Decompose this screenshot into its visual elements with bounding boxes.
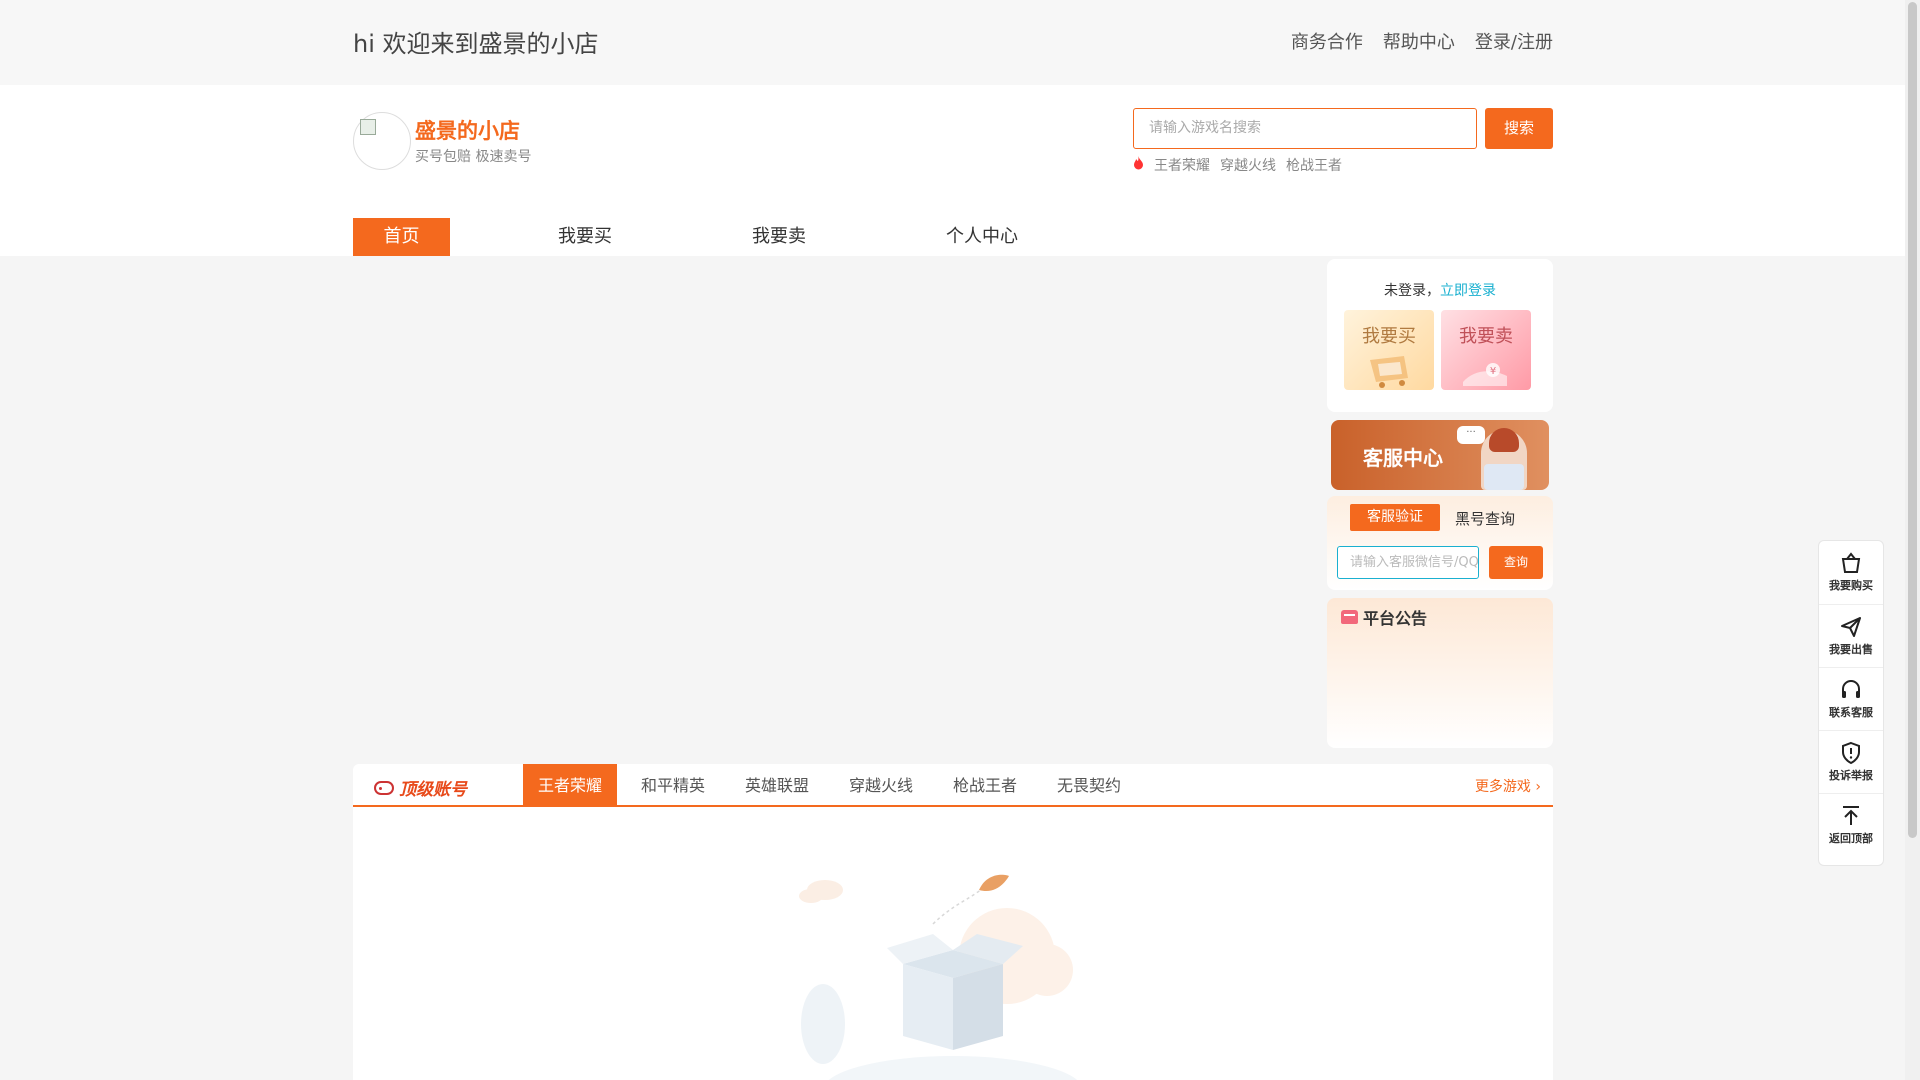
main-nav: 首页 我要买 我要卖 个人中心 <box>0 201 1905 256</box>
game-tab[interactable]: 王者荣耀 <box>523 764 617 807</box>
login-register-link[interactable]: 登录/注册 <box>1475 28 1553 54</box>
empty-box-illustration <box>799 874 1078 1080</box>
sell-card[interactable]: 我要卖 ¥ <box>1441 310 1531 390</box>
cart-icon <box>1370 356 1408 388</box>
verify-box: 客服验证 黑号查询 请输入客服微信号/QQ号 查询 <box>1327 496 1553 590</box>
help-center-link[interactable]: 帮助中心 <box>1383 28 1455 54</box>
welcome-text: hi 欢迎来到盛景的小店 <box>353 30 599 58</box>
games-panel: 顶级账号 王者荣耀 和平精英 英雄联盟 穿越火线 枪战王者 无畏契约 更多游戏 … <box>353 764 1553 1080</box>
chevron-right-icon: › <box>1535 779 1541 795</box>
hand-coin-icon: ¥ <box>1463 363 1507 386</box>
top-bar: hi 欢迎来到盛景的小店 商务合作 帮助中心 登录/注册 <box>0 0 1905 85</box>
buy-card-label: 我要买 <box>1362 326 1416 347</box>
support-agent-illustration <box>1481 428 1527 490</box>
shield-alert-icon <box>1842 741 1860 765</box>
nav-home[interactable]: 首页 <box>353 218 450 256</box>
games-tab-bar: 顶级账号 王者荣耀 和平精英 英雄联盟 穿越火线 枪战王者 无畏契约 更多游戏 … <box>353 764 1553 807</box>
float-report[interactable]: 投诉举报 <box>1819 730 1883 793</box>
service-center-banner[interactable]: 客服中心 ··· <box>1331 420 1549 490</box>
service-center-title: 客服中心 <box>1363 446 1443 470</box>
game-tab[interactable]: 枪战王者 <box>953 764 1017 807</box>
float-back-to-top[interactable]: 返回顶部 <box>1819 793 1883 856</box>
game-tab[interactable]: 穿越火线 <box>849 764 913 807</box>
buy-card[interactable]: 我要买 <box>1344 310 1434 390</box>
tab-service-verify[interactable]: 客服验证 <box>1350 504 1440 531</box>
float-buy-label: 我要购买 <box>1829 579 1873 592</box>
floating-toolbar: 我要购买 我要出售 联系客服 投诉举报 返回顶部 <box>1818 540 1884 866</box>
float-sell[interactable]: 我要出售 <box>1819 604 1883 667</box>
search-input[interactable]: 请输入游戏名搜索 <box>1133 108 1477 149</box>
hot-game-link[interactable]: 枪战王者 <box>1286 155 1342 175</box>
more-games-label: 更多游戏 <box>1474 779 1531 795</box>
shopping-bag-icon <box>1841 552 1861 573</box>
chat-bubble-icon: ··· <box>1457 426 1485 444</box>
query-button[interactable]: 查询 <box>1489 546 1543 579</box>
nav-personal-center[interactable]: 个人中心 <box>946 218 1018 256</box>
more-games-link[interactable]: 更多游戏 › <box>1475 776 1541 796</box>
login-status: 未登录，立即登录 <box>1327 280 1553 300</box>
notice-header: 平台公告 <box>1341 605 1427 629</box>
megaphone-icon <box>1341 610 1358 624</box>
business-link[interactable]: 商务合作 <box>1291 28 1363 54</box>
notice-box: 平台公告 <box>1327 598 1553 748</box>
float-back-to-top-label: 返回顶部 <box>1829 832 1873 845</box>
float-sell-label: 我要出售 <box>1829 643 1873 656</box>
scrollbar-thumb[interactable] <box>1908 2 1917 838</box>
arrow-up-icon <box>1843 806 1859 825</box>
headset-icon <box>1842 680 1860 698</box>
fire-icon <box>1133 156 1144 174</box>
float-report-label: 投诉举报 <box>1829 769 1873 782</box>
shop-description: 买号包赔 极速卖号 <box>415 149 532 165</box>
shop-name: 盛景的小店 <box>415 119 520 143</box>
gamepad-icon <box>374 780 394 795</box>
hot-game-link[interactable]: 穿越火线 <box>1220 155 1276 175</box>
float-buy[interactable]: 我要购买 <box>1819 541 1883 604</box>
tab-blacklist-query[interactable]: 黑号查询 <box>1455 508 1515 529</box>
search-button[interactable]: 搜索 <box>1485 108 1553 149</box>
hot-searches: 王者荣耀 穿越火线 枪战王者 <box>1133 155 1342 175</box>
hot-game-link[interactable]: 王者荣耀 <box>1154 155 1210 175</box>
login-status-text: 未登录， <box>1384 283 1440 299</box>
svg-text:¥: ¥ <box>1490 366 1496 377</box>
game-tab[interactable]: 无畏契约 <box>1057 764 1121 807</box>
float-contact-label: 联系客服 <box>1829 706 1873 719</box>
notice-title: 平台公告 <box>1363 609 1428 628</box>
nav-sell[interactable]: 我要卖 <box>752 218 806 256</box>
shop-header: 盛景的小店 买号包赔 极速卖号 请输入游戏名搜索 搜索 王者荣耀 穿越火线 枪战… <box>0 85 1905 201</box>
paper-plane-icon <box>1841 617 1861 637</box>
game-tab[interactable]: 英雄联盟 <box>745 764 809 807</box>
game-tab[interactable]: 和平精英 <box>641 764 705 807</box>
service-id-input[interactable]: 请输入客服微信号/QQ号 <box>1337 546 1479 579</box>
top-accounts-brand: 顶级账号 <box>374 775 467 800</box>
brand-label: 顶级账号 <box>399 780 467 800</box>
sell-card-label: 我要卖 <box>1459 326 1513 347</box>
nav-buy[interactable]: 我要买 <box>558 218 612 256</box>
top-links: 商务合作 帮助中心 登录/注册 <box>1291 28 1553 54</box>
float-contact[interactable]: 联系客服 <box>1819 667 1883 730</box>
login-now-link[interactable]: 立即登录 <box>1440 283 1496 299</box>
page-scrollbar[interactable] <box>1905 0 1920 1080</box>
shop-logo <box>353 112 411 170</box>
login-box: 未登录，立即登录 我要买 我要卖 ¥ <box>1327 259 1553 412</box>
